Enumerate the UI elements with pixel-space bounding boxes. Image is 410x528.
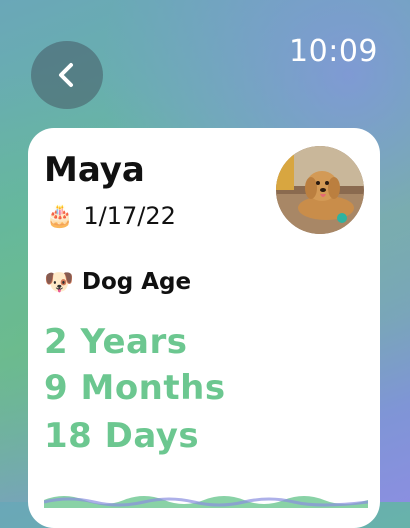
pet-avatar[interactable] — [276, 146, 364, 234]
dog-age-title: Dog Age — [81, 269, 192, 295]
age-years: 2 Years — [44, 322, 188, 362]
pet-name: Maya — [44, 150, 145, 190]
decorative-wave — [44, 496, 368, 508]
dog-photo-icon — [276, 146, 364, 234]
birthday-cake-icon: 🎂 — [46, 203, 74, 229]
birthday-date: 1/17/22 — [83, 202, 176, 230]
age-months: 9 Months — [44, 368, 226, 408]
back-button[interactable] — [31, 41, 103, 109]
pet-card: Maya 🎂 1/17/22 🐶 Dog Age 2 Years 9 Month… — [28, 128, 380, 528]
dog-face-icon: 🐶 — [44, 268, 74, 296]
chevron-left-icon — [59, 63, 73, 87]
age-days: 18 Days — [44, 416, 200, 456]
birthday-row: 🎂 1/17/22 — [46, 202, 176, 230]
status-time: 10:09 — [289, 34, 378, 69]
dog-age-heading: 🐶 Dog Age — [44, 268, 191, 296]
